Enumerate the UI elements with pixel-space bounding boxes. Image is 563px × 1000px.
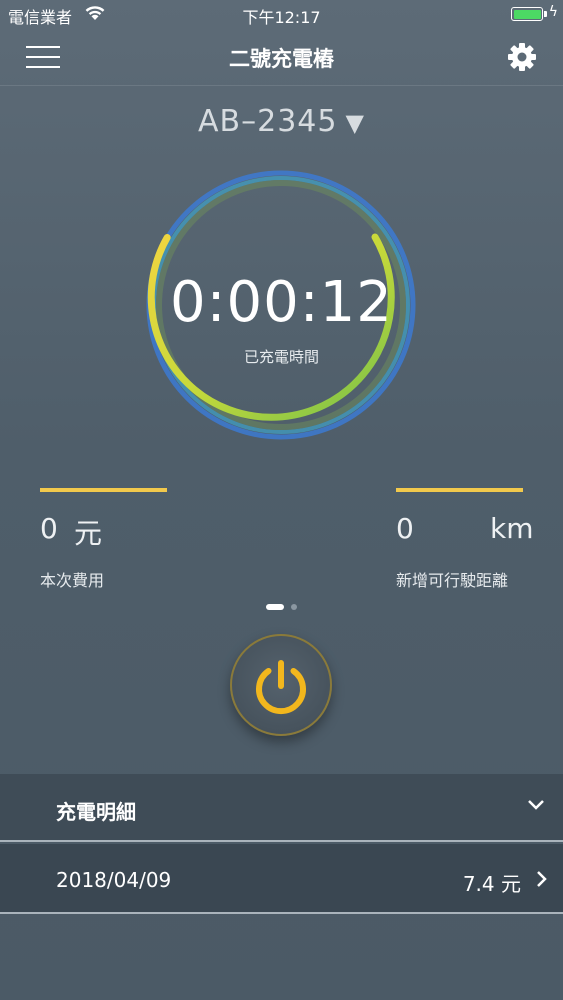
charging-timer: 0:00:12 <box>170 270 393 335</box>
power-button[interactable] <box>230 634 332 736</box>
record-date: 2018/04/09 <box>56 868 172 892</box>
dropdown-arrow-icon: ▼ <box>345 109 365 137</box>
record-amount: 7.4 元 <box>462 872 521 896</box>
hamburger-menu-icon[interactable] <box>26 44 60 70</box>
station-selector[interactable]: AB–2345 ▼ <box>0 104 563 139</box>
station-id: AB–2345 <box>198 104 338 139</box>
cost-unit: 元 <box>74 517 103 550</box>
status-time: 下午12:17 <box>242 8 321 27</box>
distance-label: 新增可行駛距離 <box>396 571 509 590</box>
distance-accent-bar <box>396 488 523 492</box>
gear-icon[interactable] <box>507 42 537 72</box>
charging-details-header[interactable]: 充電明細 <box>0 774 563 842</box>
charging-timer-label: 已充電時間 <box>243 348 319 366</box>
distance-unit: km <box>490 512 534 545</box>
battery-icon <box>511 7 543 21</box>
power-icon <box>256 660 306 715</box>
page-title: 二號充電樁 <box>229 47 334 71</box>
cost-accent-bar <box>40 488 167 492</box>
chevron-right-icon <box>537 871 547 887</box>
charging-details-title: 充電明細 <box>56 800 136 824</box>
cost-label: 本次費用 <box>40 571 105 590</box>
distance-value: 0 <box>396 512 414 545</box>
status-bar: 電信業者 下午12:17 ϟ <box>0 0 563 30</box>
page-dot-active <box>266 604 284 610</box>
page-dot <box>291 604 297 610</box>
charging-bolt-icon: ϟ <box>548 4 558 20</box>
cost-value: 0 <box>40 512 58 545</box>
chevron-down-icon <box>528 800 544 810</box>
charging-record-row[interactable]: 2018/04/09 7.4 元 <box>0 844 563 914</box>
nav-bar: 二號充電樁 <box>0 30 563 86</box>
